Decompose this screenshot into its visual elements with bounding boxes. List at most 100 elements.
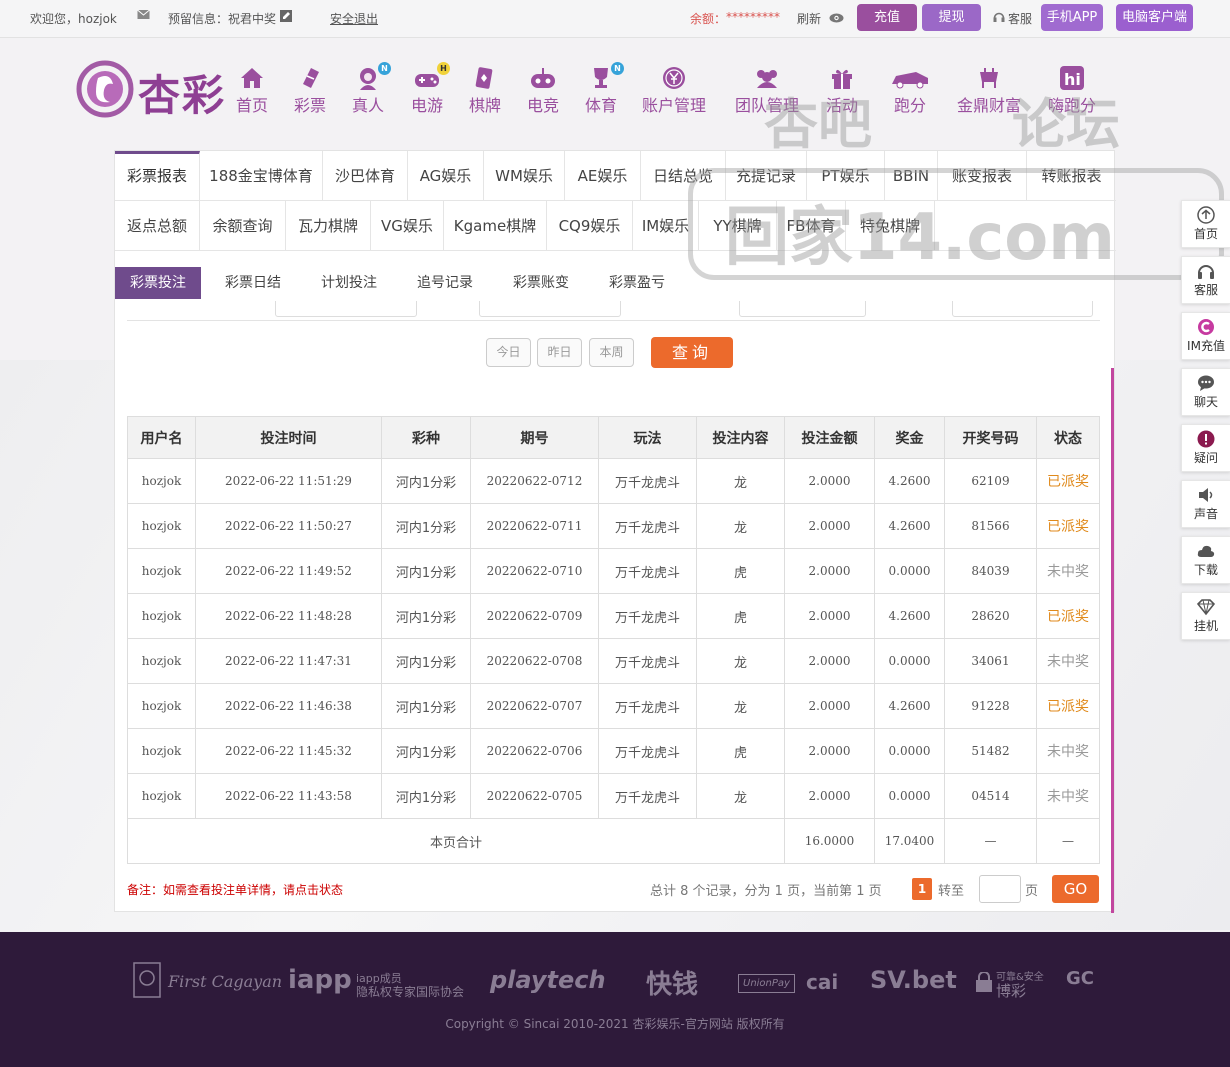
tab-rebate-total[interactable]: 返点总额 bbox=[115, 201, 200, 251]
service-link[interactable]: 客服 bbox=[1008, 10, 1032, 27]
charge-button[interactable]: 充值 bbox=[857, 4, 917, 31]
header: 杏彩 首页 彩票 N 真人 H 电游 棋牌 电竞 N 体育 账户管理 团队管理 … bbox=[0, 40, 1230, 150]
site-logo[interactable]: 杏彩 bbox=[76, 58, 231, 120]
cell-status[interactable]: 已派奖 bbox=[1036, 593, 1100, 639]
tab-bbin[interactable]: BBIN bbox=[885, 151, 938, 201]
col-issue: 期号 bbox=[470, 416, 599, 459]
current-page[interactable]: 1 bbox=[912, 878, 932, 900]
scrollbar[interactable] bbox=[1111, 368, 1114, 913]
logout-link[interactable]: 安全退出 bbox=[330, 10, 378, 27]
nav-jinding[interactable]: 金鼎财富 bbox=[957, 66, 1021, 116]
filter-input-4[interactable] bbox=[952, 301, 1093, 317]
float-service[interactable]: 客服 bbox=[1181, 256, 1230, 304]
nav-slots[interactable]: H 电游 bbox=[411, 62, 450, 116]
tab-188-sports[interactable]: 188金宝博体育 bbox=[200, 151, 323, 201]
subtab-lottery-changes[interactable]: 彩票账变 bbox=[499, 267, 583, 299]
float-chat[interactable]: 聊天 bbox=[1181, 368, 1230, 416]
yesterday-button[interactable]: 昨日 bbox=[537, 338, 582, 367]
cell-prize: 4.2600 bbox=[874, 458, 945, 504]
tab-lottery-report[interactable]: 彩票报表 bbox=[115, 151, 200, 201]
dealer-icon: N bbox=[355, 62, 391, 90]
tab-pt[interactable]: PT娱乐 bbox=[807, 151, 885, 201]
headset-icon[interactable] bbox=[993, 11, 1005, 26]
nav-team[interactable]: 团队管理 bbox=[735, 66, 799, 116]
go-button[interactable]: GO bbox=[1052, 875, 1099, 903]
eye-icon[interactable] bbox=[829, 12, 844, 26]
withdraw-button[interactable]: 提现 bbox=[922, 4, 981, 31]
tab-fb-sports[interactable]: FB体育 bbox=[777, 201, 846, 251]
subtab-lottery-bets[interactable]: 彩票投注 bbox=[115, 267, 201, 299]
filter-input-1[interactable] bbox=[275, 301, 417, 317]
subtab-lottery-pnl[interactable]: 彩票盈亏 bbox=[595, 267, 679, 299]
tab-ag[interactable]: AG娱乐 bbox=[408, 151, 484, 201]
mobile-app-button[interactable]: 手机APP bbox=[1041, 4, 1103, 31]
float-auto[interactable]: 挂机 bbox=[1181, 592, 1230, 640]
tab-wm[interactable]: WM娱乐 bbox=[484, 151, 565, 201]
float-question[interactable]: 疑问 bbox=[1181, 424, 1230, 472]
nav-hi-run[interactable]: hi 嗨跑分 bbox=[1048, 66, 1096, 116]
svg-text:hi: hi bbox=[1064, 70, 1081, 89]
float-home[interactable]: 首页 bbox=[1181, 200, 1230, 248]
tab-kgame[interactable]: Kgame棋牌 bbox=[444, 201, 547, 251]
table-row: hozjok 2022-06-22 11:46:38 河内1分彩 20220622-0… bbox=[127, 683, 1100, 729]
mail-icon[interactable] bbox=[137, 9, 150, 23]
goto-page-input[interactable] bbox=[979, 875, 1021, 903]
total-dash: — bbox=[1036, 818, 1100, 864]
cell-username: hozjok bbox=[127, 503, 196, 549]
subtab-chase-records[interactable]: 追号记录 bbox=[403, 267, 487, 299]
tab-daily-overview[interactable]: 日结总览 bbox=[641, 151, 726, 201]
filter-input-3[interactable] bbox=[739, 301, 866, 317]
cell-status[interactable]: 未中奖 bbox=[1036, 728, 1100, 774]
cell-username: hozjok bbox=[127, 728, 196, 774]
tab-cq9[interactable]: CQ9娱乐 bbox=[547, 201, 633, 251]
nav-sports[interactable]: N 体育 bbox=[585, 62, 624, 116]
subtab-plan-bets[interactable]: 计划投注 bbox=[307, 267, 391, 299]
nav-live[interactable]: N 真人 bbox=[352, 62, 391, 116]
today-button[interactable]: 今日 bbox=[486, 338, 531, 367]
total-dash: — bbox=[944, 818, 1037, 864]
refresh-link[interactable]: 刷新 bbox=[797, 10, 821, 27]
filter-input-2[interactable] bbox=[479, 301, 621, 317]
nav-lottery[interactable]: 彩票 bbox=[294, 66, 326, 116]
tab-vg[interactable]: VG娱乐 bbox=[371, 201, 444, 251]
tab-account-change[interactable]: 账变报表 bbox=[938, 151, 1027, 201]
subtab-lottery-daily[interactable]: 彩票日结 bbox=[211, 267, 295, 299]
float-download[interactable]: 下载 bbox=[1181, 536, 1230, 584]
tab-balance-query[interactable]: 余额查询 bbox=[200, 201, 286, 251]
tab-saba-sports[interactable]: 沙巴体育 bbox=[323, 151, 408, 201]
home-icon bbox=[239, 66, 265, 90]
table-row: hozjok 2022-06-22 11:43:58 河内1分彩 20220622-0… bbox=[127, 773, 1100, 819]
nav-activity[interactable]: 活动 bbox=[826, 66, 858, 116]
tab-tetu-cards[interactable]: 特兔棋牌 bbox=[846, 201, 935, 251]
cell-lottery-type: 河内1分彩 bbox=[381, 638, 471, 684]
float-sound[interactable]: 声音 bbox=[1181, 480, 1230, 528]
cell-content: 虎 bbox=[696, 728, 785, 774]
cell-status[interactable]: 已派奖 bbox=[1036, 458, 1100, 504]
this-week-button[interactable]: 本周 bbox=[589, 338, 634, 367]
query-button[interactable]: 查询 bbox=[651, 337, 733, 368]
cell-status[interactable]: 未中奖 bbox=[1036, 773, 1100, 819]
tab-im[interactable]: IM娱乐 bbox=[633, 201, 699, 251]
cell-status[interactable]: 已派奖 bbox=[1036, 503, 1100, 549]
nav-account[interactable]: 账户管理 bbox=[642, 66, 706, 116]
edit-icon[interactable] bbox=[280, 10, 292, 25]
nav-cards[interactable]: 棋牌 bbox=[469, 66, 501, 116]
nav-esports[interactable]: 电竞 bbox=[527, 66, 559, 116]
tab-yy-cards[interactable]: YY棋牌 bbox=[699, 201, 777, 251]
cell-prize: 0.0000 bbox=[874, 548, 945, 594]
tab-transfer-report[interactable]: 转账报表 bbox=[1027, 151, 1116, 201]
cell-status[interactable]: 未中奖 bbox=[1036, 548, 1100, 594]
tab-wali-cards[interactable]: 瓦力棋牌 bbox=[286, 201, 371, 251]
tab-deposit-withdraw[interactable]: 充提记录 bbox=[726, 151, 807, 201]
cell-draw-number: 28620 bbox=[944, 593, 1037, 639]
pc-client-button[interactable]: 电脑客户端 bbox=[1116, 4, 1193, 31]
nav-home[interactable]: 首页 bbox=[236, 66, 268, 116]
cell-status[interactable]: 已派奖 bbox=[1036, 683, 1100, 729]
cell-amount: 2.0000 bbox=[784, 728, 875, 774]
float-im-charge[interactable]: IM充值 bbox=[1181, 312, 1230, 360]
cell-draw-number: 84039 bbox=[944, 548, 1037, 594]
cell-status[interactable]: 未中奖 bbox=[1036, 638, 1100, 684]
cell-amount: 2.0000 bbox=[784, 773, 875, 819]
nav-run-score[interactable]: 跑分 bbox=[890, 66, 930, 116]
tab-ae[interactable]: AE娱乐 bbox=[565, 151, 641, 201]
